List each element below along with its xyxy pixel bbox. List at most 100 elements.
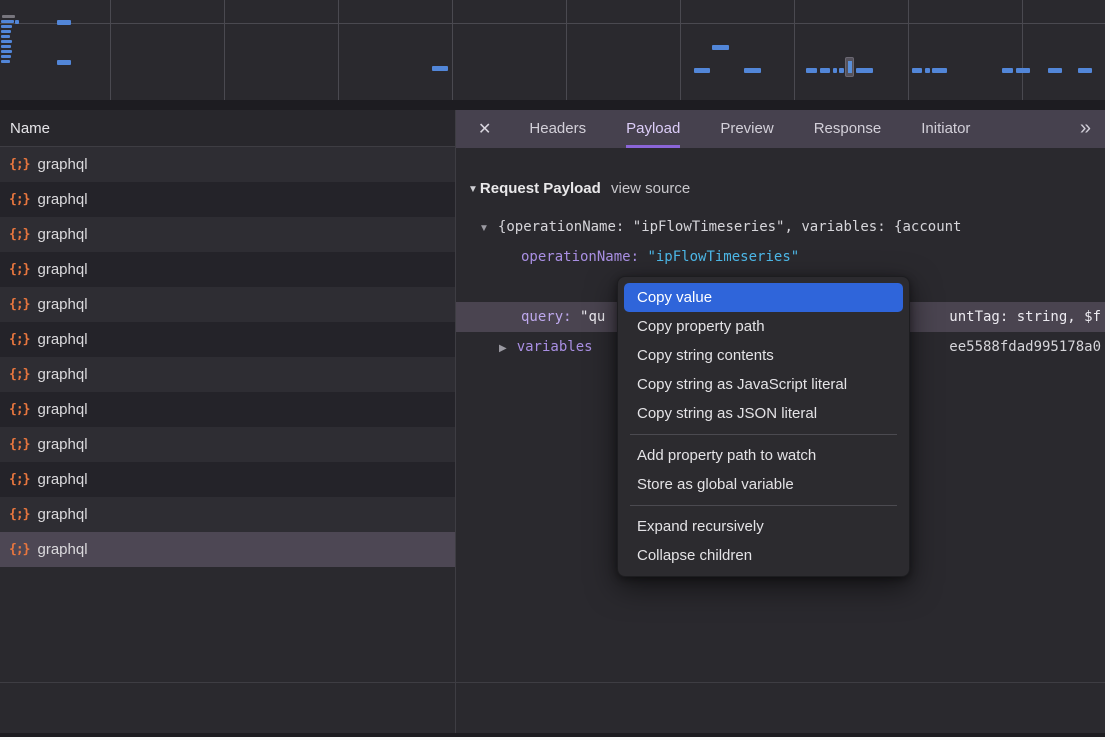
tab-headers[interactable]: Headers (529, 110, 586, 148)
request-timeline-bar[interactable] (1, 55, 11, 58)
context-menu-item[interactable]: Add property path to watch (624, 441, 903, 470)
context-menu-item[interactable]: Copy string as JSON literal (624, 399, 903, 428)
expand-triangle-icon[interactable]: ▼ (479, 214, 489, 242)
context-menu-item[interactable]: Copy property path (624, 312, 903, 341)
overview-vertical-gridline (794, 0, 795, 100)
request-row[interactable]: {;} graphql (0, 357, 456, 392)
request-name-label: graphql (37, 287, 87, 322)
request-row[interactable]: {;} graphql (0, 462, 456, 497)
tab-payload[interactable]: Payload (626, 110, 680, 148)
request-row[interactable]: {;}graphql (0, 322, 456, 357)
context-menu-item[interactable]: Copy string as JavaScript literal (624, 370, 903, 399)
property-key: operationName: (521, 249, 639, 265)
property-value: "ipFlowTimeseries" (647, 249, 799, 265)
overview-vertical-gridline (566, 0, 567, 100)
json-braces-icon: {;} (9, 462, 29, 497)
more-tabs-icon[interactable]: » (1080, 110, 1089, 148)
request-name-label: graphql (37, 392, 87, 427)
section-collapse-icon[interactable]: ▼ (468, 184, 478, 195)
name-column-label: Name (10, 120, 50, 137)
context-menu-item[interactable]: Expand recursively (624, 512, 903, 541)
request-row[interactable]: {;}graphql (0, 532, 456, 567)
tab-preview[interactable]: Preview (720, 110, 773, 148)
request-timeline-bar[interactable] (712, 45, 729, 50)
request-timeline-bar[interactable] (744, 68, 761, 73)
request-timeline-bar[interactable] (833, 68, 837, 73)
request-timeline-bar[interactable] (1, 45, 11, 48)
request-timeline-bar[interactable] (15, 20, 19, 24)
request-timeline-bar[interactable] (1016, 68, 1030, 73)
details-tab-bar: ✕ Headers Payload Preview Response Initiator… (456, 110, 1105, 148)
context-menu-item[interactable]: Copy string contents (624, 341, 903, 370)
property-key: query: (521, 309, 572, 325)
json-braces-icon: {;} (9, 427, 29, 462)
request-timeline-bar[interactable] (1, 35, 10, 38)
close-icon[interactable]: ✕ (478, 119, 491, 139)
property-value-right: untTag: string, $f (949, 302, 1101, 332)
request-timeline-bar[interactable] (925, 68, 930, 73)
payload-summary-text: {operationName: "ipFlowTimeseries", vari… (498, 219, 962, 235)
view-source-link[interactable]: view source (611, 175, 690, 203)
request-timeline-bar[interactable] (1078, 68, 1092, 73)
tab-response[interactable]: Response (814, 110, 882, 148)
request-name-label: graphql (37, 322, 87, 357)
payload-operationname-row[interactable]: operationName: "ipFlowTimeseries" (456, 242, 1105, 272)
json-braces-icon: {;} (9, 497, 29, 532)
request-timeline-bar[interactable] (2, 15, 15, 18)
overview-vertical-gridline (680, 0, 681, 100)
request-timeline-bar[interactable] (1, 40, 12, 43)
tab-initiator[interactable]: Initiator (921, 110, 970, 148)
request-timeline-bar[interactable] (57, 20, 71, 25)
request-name-label: graphql (37, 462, 87, 497)
overview-horizontal-gridline (0, 23, 1105, 24)
request-row[interactable]: {;} graphql (0, 287, 456, 322)
request-timeline-bar[interactable] (839, 68, 844, 73)
request-timeline-bar[interactable] (912, 68, 922, 73)
request-row[interactable]: {;}graphql (0, 252, 456, 287)
request-timeline-bar[interactable] (1048, 68, 1062, 73)
request-timeline-bar[interactable] (1002, 68, 1013, 73)
request-row[interactable]: {;}graphql (0, 217, 456, 252)
request-timeline-bar[interactable] (806, 68, 817, 73)
request-timeline-bar[interactable] (432, 66, 448, 71)
json-braces-icon: {;} (9, 357, 29, 392)
request-row[interactable]: {;} graphql (0, 427, 456, 462)
request-timeline-bar[interactable] (57, 60, 71, 65)
context-menu-item[interactable]: Store as global variable (624, 470, 903, 499)
request-timeline-bar[interactable] (820, 68, 830, 73)
request-name-label: graphql (37, 357, 87, 392)
context-menu-item[interactable]: Copy value (624, 283, 903, 312)
window-bottom-edge (0, 733, 1105, 737)
request-name-label: graphql (37, 532, 87, 567)
request-row[interactable]: {;} graphql (0, 497, 456, 532)
request-timeline-bar[interactable] (1, 25, 12, 28)
request-timeline-bar[interactable] (856, 68, 873, 73)
overview-vertical-gridline (110, 0, 111, 100)
panel-split-divider[interactable] (455, 110, 456, 733)
request-row[interactable]: {;}graphql (0, 392, 456, 427)
json-braces-icon: {;} (9, 287, 29, 322)
request-timeline-bar[interactable] (1, 60, 10, 63)
name-column-header[interactable]: Name (0, 110, 456, 147)
request-timeline-bar[interactable] (694, 68, 710, 73)
request-name-label: graphql (37, 182, 87, 217)
context-menu-item[interactable]: Collapse children (624, 541, 903, 570)
request-timeline-bar[interactable] (1, 30, 11, 33)
request-payload-section[interactable]: ▼Request Payload view source (468, 175, 601, 203)
request-name-label: graphql (37, 427, 87, 462)
payload-root-row[interactable]: ▼ {operationName: "ipFlowTimeseries", var… (456, 212, 1105, 242)
devtools-window: Name {;} graphql {;} graphql {;} graphql {;} gr… (0, 0, 1105, 737)
request-timeline-bar[interactable] (1, 50, 12, 53)
request-name-label: graphql (37, 497, 87, 532)
request-row[interactable]: {;}graphql (0, 147, 456, 182)
request-timeline-bar[interactable] (932, 68, 947, 73)
overview-separator (0, 100, 1105, 110)
request-row[interactable]: {;}graphql (0, 182, 456, 217)
network-overview-timeline[interactable] (0, 0, 1105, 100)
request-timeline-bar[interactable] (1, 20, 14, 23)
request-name-label: graphql (37, 147, 87, 182)
details-tabs: Headers Payload Preview Response Initiator (509, 110, 990, 148)
request-list-panel: Name {;} graphql {;} graphql {;} graphql {;} gr… (0, 110, 456, 682)
expand-triangle-icon[interactable]: ▶ (499, 334, 507, 362)
bottom-divider (0, 682, 1105, 683)
